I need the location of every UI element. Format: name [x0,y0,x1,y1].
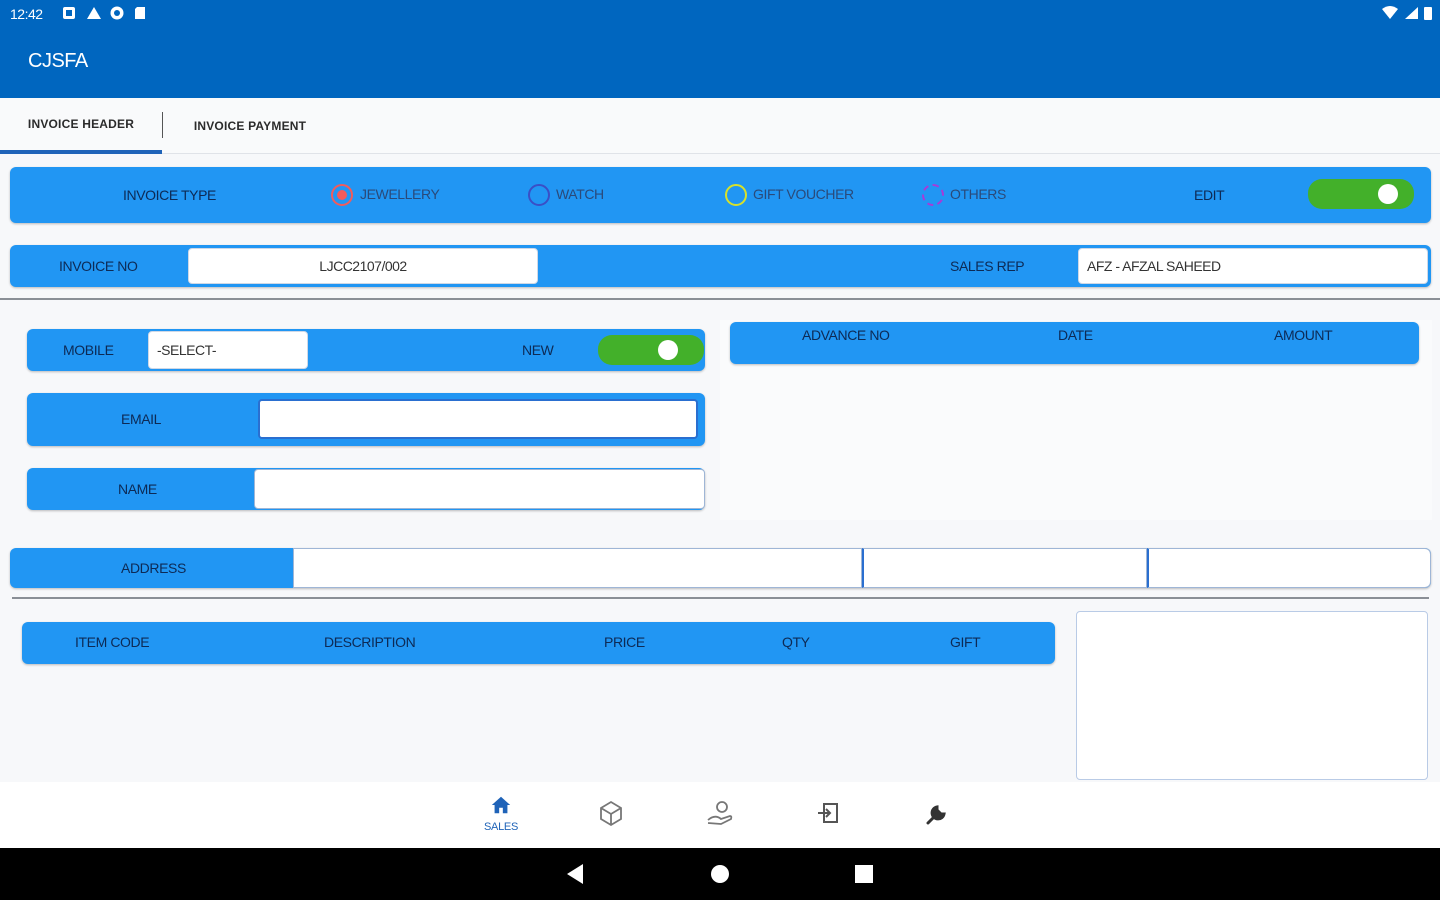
radio-others-label: OTHERS [950,186,1006,202]
nav-logout[interactable] [808,800,848,831]
tab-divider [162,112,163,138]
radio-watch[interactable] [528,184,550,206]
nav-sales[interactable]: SALES [481,794,521,833]
name-bar: NAME [27,468,705,510]
item-code-header: ITEM CODE [75,634,150,650]
radio-others[interactable] [922,184,944,206]
edit-label: EDIT [1194,187,1225,203]
box-icon [600,800,622,827]
status-bar: 12:42 [0,0,1440,30]
advance-date-header: DATE [1058,327,1093,343]
address-label: ADDRESS [121,560,186,576]
gift-header: GIFT [950,634,981,650]
new-customer-switch[interactable] [598,335,704,365]
tab-bar: INVOICE HEADER INVOICE PAYMENT [0,98,1440,154]
warning-icon [86,6,101,20]
radio-jewellery-label: JEWELLERY [360,186,440,202]
invoice-no-field[interactable]: LJCC2107/002 [188,248,538,284]
recents-icon[interactable] [855,865,873,883]
back-icon[interactable] [565,863,585,885]
sd-card-icon [134,6,148,20]
section-divider [0,298,1440,300]
sync-icon [110,6,124,20]
battery-icon [1424,6,1432,23]
items-table-header: ITEM CODE DESCRIPTION PRICE QTY GIFT [22,622,1055,664]
new-label: NEW [522,342,554,358]
system-nav-bar [0,848,1440,900]
notification-icon [62,6,76,20]
mobile-label: MOBILE [63,342,114,358]
invoice-type-label: INVOICE TYPE [123,187,216,203]
address-line3-field[interactable] [1147,548,1431,588]
price-header: PRICE [604,634,645,650]
address-line1-field[interactable] [293,548,862,588]
hand-user-icon [707,801,733,825]
qty-header: QTY [782,634,810,650]
sales-rep-label: SALES REP [950,258,1025,274]
address-line2-field[interactable] [862,548,1147,588]
advance-table-header: ADVANCE NO DATE AMOUNT [730,322,1419,364]
item-preview-box [1076,611,1428,780]
invoice-no-label: INVOICE NO [59,258,138,274]
edit-switch[interactable] [1308,179,1414,209]
radio-gift-voucher[interactable] [725,184,747,206]
advance-no-header: ADVANCE NO [802,327,890,343]
signal-icon [1404,6,1418,23]
name-field[interactable] [254,469,705,509]
address-divider [12,597,1429,599]
home-icon [491,796,511,814]
wrench-icon [926,805,946,825]
radio-jewellery[interactable] [331,184,353,206]
wifi-icon [1382,6,1398,23]
email-bar: EMAIL [27,393,705,446]
status-time: 12:42 [10,6,43,22]
description-header: DESCRIPTION [324,634,416,650]
email-label: EMAIL [121,411,162,427]
name-label: NAME [118,481,157,497]
nav-settings[interactable] [917,800,957,833]
mobile-select[interactable]: -SELECT- [148,331,308,369]
exit-icon [818,803,838,823]
radio-gift-voucher-label: GIFT VOUCHER [753,186,854,202]
email-field[interactable] [258,399,698,439]
sales-rep-field[interactable]: AFZ - AFZAL SAHEED [1078,248,1428,284]
invoice-info-bar: INVOICE NO LJCC2107/002 SALES REP AFZ - … [10,245,1431,287]
advance-amount-header: AMOUNT [1274,327,1333,343]
app-bar: CJSFA [0,30,1440,98]
nav-products[interactable] [591,798,631,833]
radio-watch-label: WATCH [556,186,604,202]
mobile-bar: MOBILE -SELECT- NEW [27,329,705,371]
tab-invoice-header[interactable]: INVOICE HEADER [0,98,162,154]
nav-customers[interactable] [700,798,740,833]
tab-invoice-payment[interactable]: INVOICE PAYMENT [170,98,330,154]
address-bar: ADDRESS [10,548,1431,588]
invoice-type-bar: INVOICE TYPE JEWELLERY WATCH GIFT VOUCHE… [10,167,1431,223]
home-circle-icon[interactable] [710,864,730,884]
nav-sales-caption: SALES [484,821,518,833]
bottom-nav: SALES [0,782,1440,848]
app-title: CJSFA [28,50,88,72]
